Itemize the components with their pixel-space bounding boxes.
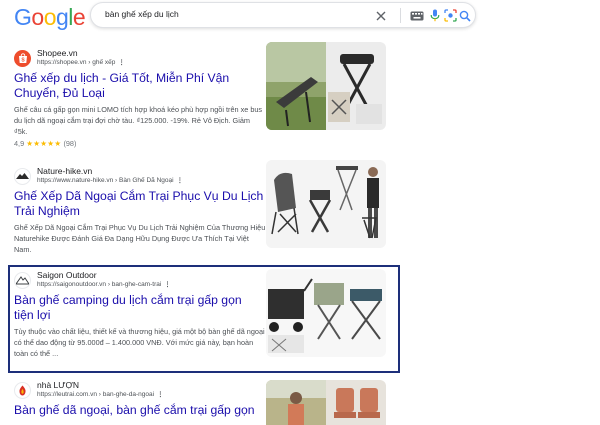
site-url: https://www.nature-hike.vn › Bàn Ghế Dã … <box>37 177 174 185</box>
result-thumbnail-leutrai[interactable] <box>266 380 386 425</box>
site-name: Nature-hike.vn <box>37 166 93 177</box>
result-snippet: Ghế Xếp Dã Ngoại Cắm Trại Phục Vụ Du Lịc… <box>14 223 266 255</box>
more-options-icon[interactable]: ⋮ <box>164 281 171 288</box>
logo-letter-e: e <box>72 4 86 30</box>
result-thumbnail-saigonoutdoor[interactable] <box>266 269 386 357</box>
saigonoutdoor-favicon-icon <box>14 271 31 289</box>
result-title-link[interactable]: Bàn ghế dã ngoại, bàn ghế cắm trại gấp g… <box>14 403 274 418</box>
logo-letter-g2: g <box>55 4 69 30</box>
site-name: Shopee.vn <box>37 48 78 59</box>
result-title-link[interactable]: Ghế Xếp Dã Ngoại Cắm Trại Phục Vụ Du Lịc… <box>14 189 274 219</box>
shopee-favicon-icon: S <box>14 49 31 67</box>
site-url: https://shopee.vn › ghế xếp <box>37 59 116 67</box>
result-title-link[interactable]: Bàn ghế camping du lịch cắm trại gấp gọn… <box>14 293 262 323</box>
rating-count: (98) <box>63 138 77 148</box>
logo-letter-o2: o <box>43 4 57 30</box>
rating-value: 4,9 <box>14 138 25 148</box>
more-options-icon[interactable]: ⋮ <box>118 59 125 66</box>
naturehike-favicon-icon <box>14 167 31 185</box>
search-header: Google bàn ghế xếp du lịch <box>0 0 600 34</box>
result-thumbnail-shopee[interactable] <box>266 42 386 130</box>
lens-icon[interactable] <box>443 8 458 23</box>
result-snippet: Ghế câu cá gấp gọn mini LOMO tích hợp kh… <box>14 105 263 137</box>
site-url: https://saigonoutdoor.vn › ban-ghe-cam-t… <box>37 281 162 289</box>
leutrai-favicon-icon <box>14 381 31 399</box>
site-name: nhà LƯỢN <box>37 380 79 391</box>
more-options-icon[interactable]: ⋮ <box>157 391 164 398</box>
more-options-icon[interactable]: ⋮ <box>177 177 184 184</box>
microphone-icon[interactable] <box>427 8 442 23</box>
rating-row: 4,9 ★★★★★ (98) <box>14 139 382 149</box>
result-snippet: Tùy thuộc vào chất liệu, thiết kế và thư… <box>14 327 265 359</box>
site-url: https://leutrai.com.vn › ban-ghe-da-ngoa… <box>37 391 155 399</box>
result-thumbnail-naturehike[interactable] <box>266 160 386 248</box>
search-divider <box>400 8 401 23</box>
google-logo[interactable]: Google <box>14 4 86 31</box>
logo-letter-g: G <box>14 4 32 30</box>
search-query[interactable]: bàn ghế xếp du lịch <box>105 9 179 19</box>
result-title-link[interactable]: Ghế xếp du lịch - Giá Tốt, Miễn Phí Vận … <box>14 71 259 101</box>
keyboard-icon[interactable] <box>409 8 424 23</box>
site-name: Saigon Outdoor <box>37 270 97 281</box>
logo-letter-o1: o <box>31 4 44 30</box>
search-icon[interactable] <box>457 8 472 23</box>
rating-stars-icon: ★★★★★ <box>26 138 62 148</box>
close-icon[interactable] <box>373 8 388 23</box>
search-input[interactable]: bàn ghế xếp du lịch <box>90 2 476 28</box>
